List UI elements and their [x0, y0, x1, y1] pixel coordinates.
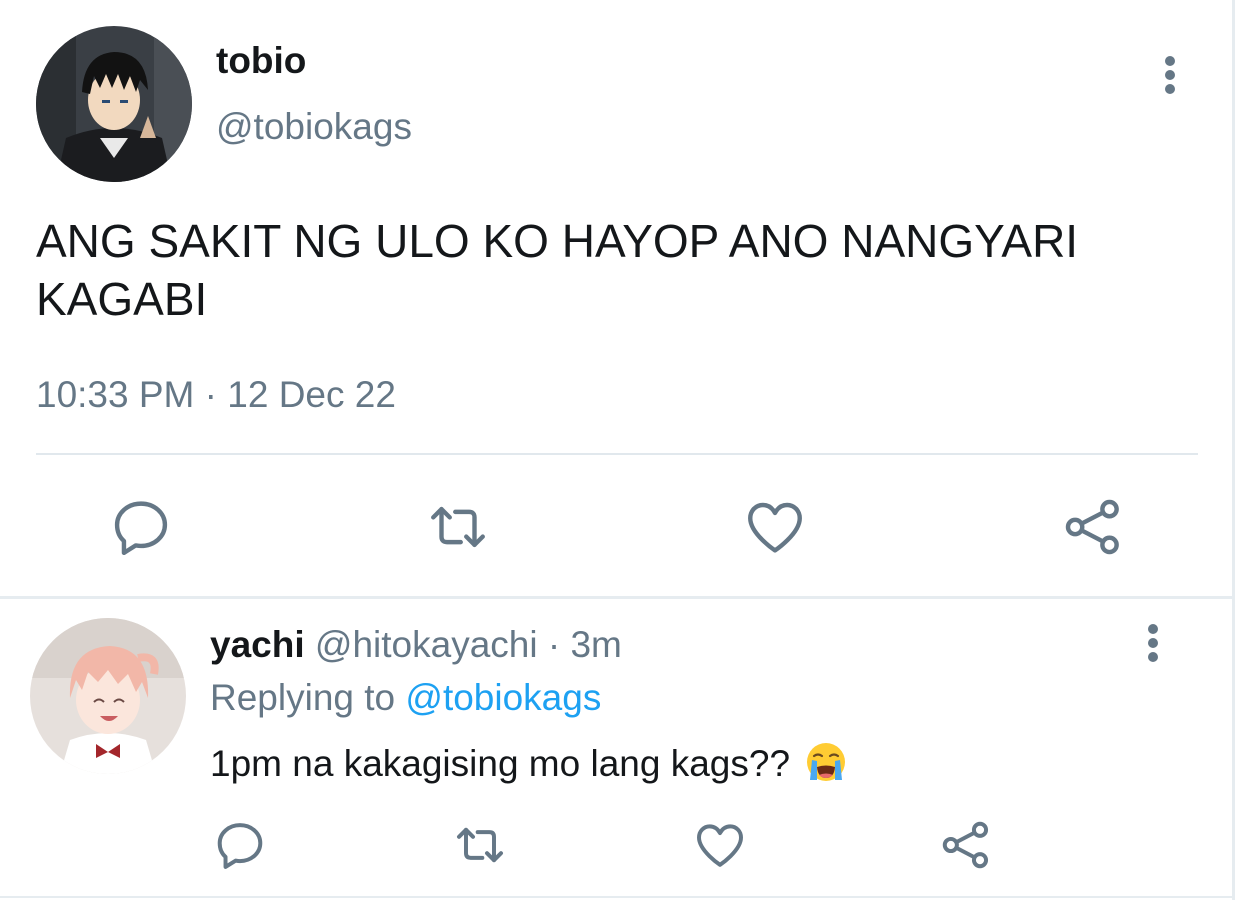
- like-button[interactable]: [692, 817, 748, 873]
- bottom-divider: [0, 896, 1235, 898]
- share-button[interactable]: [1060, 494, 1126, 560]
- author-avatar[interactable]: [36, 26, 192, 182]
- loudly-crying-face-icon: [804, 740, 848, 784]
- tweet-text: ANG SAKIT NG ULO KO HAYOP ANO NANGYARI K…: [36, 215, 1079, 325]
- reply-author-avatar[interactable]: [30, 618, 186, 774]
- tweet-date: 12 Dec 22: [227, 374, 396, 415]
- retweet-icon: [431, 506, 485, 548]
- reply-button[interactable]: [108, 494, 174, 560]
- reply-icon: [217, 823, 263, 869]
- reply-button[interactable]: [212, 817, 268, 873]
- retweet-button[interactable]: [425, 494, 491, 560]
- section-divider: [0, 596, 1235, 599]
- reply-header: yachi @hitokayachi · 3m: [210, 624, 622, 666]
- author-handle[interactable]: @tobiokags: [216, 106, 412, 148]
- divider: [36, 453, 1198, 455]
- reply-icon: [114, 501, 168, 556]
- tweet-timestamp[interactable]: 10:33 PM · 12 Dec 22: [36, 374, 396, 416]
- meta-separator: ·: [204, 374, 217, 415]
- share-icon: [942, 821, 989, 869]
- retweet-icon: [457, 827, 503, 863]
- more-options-icon[interactable]: [1133, 620, 1173, 670]
- share-icon: [1065, 499, 1119, 555]
- replying-to: Replying to @tobiokags: [210, 677, 601, 719]
- replying-to-label: Replying to: [210, 677, 396, 718]
- meta-separator: ·: [547, 624, 561, 665]
- reply-author-name[interactable]: yachi: [210, 624, 305, 665]
- reply-text-content: 1pm na kakagising mo lang kags??: [210, 743, 791, 784]
- like-button[interactable]: [742, 494, 808, 560]
- reply-tweet-text: 1pm na kakagising mo lang kags??: [210, 740, 848, 785]
- more-options-icon[interactable]: [1150, 52, 1190, 102]
- replying-to-mention[interactable]: @tobiokags: [405, 677, 601, 718]
- author-name[interactable]: tobio: [216, 40, 306, 82]
- share-button[interactable]: [938, 817, 994, 873]
- reply-author-handle[interactable]: @hitokayachi: [315, 624, 538, 665]
- like-icon: [697, 824, 743, 867]
- retweet-button[interactable]: [452, 817, 508, 873]
- like-icon: [748, 502, 802, 553]
- tweet-time: 10:33 PM: [36, 374, 195, 415]
- reply-age[interactable]: 3m: [570, 624, 621, 665]
